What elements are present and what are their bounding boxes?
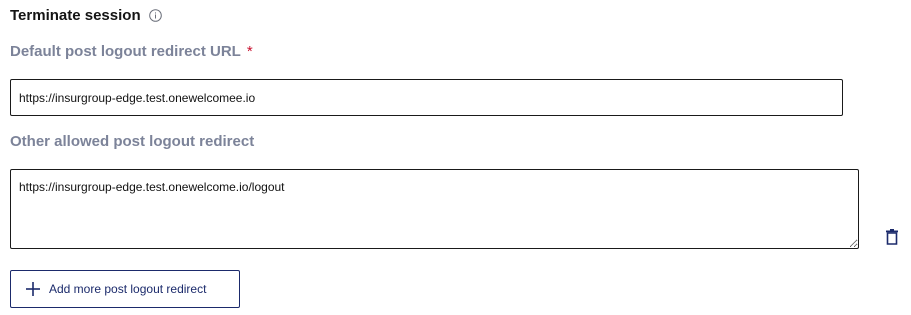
section-title: Terminate session	[10, 6, 141, 24]
required-marker: *	[246, 43, 253, 60]
trash-icon	[886, 229, 898, 245]
default-redirect-url-input[interactable]	[10, 79, 843, 116]
plus-icon	[25, 281, 41, 297]
section-header: Terminate session	[10, 5, 162, 25]
add-redirect-button-label: Add more post logout redirect	[49, 282, 207, 296]
default-redirect-label: Default post logout redirect URL *	[10, 43, 253, 60]
other-redirect-url-textarea[interactable]: https://insurgroup-edge.test.onewelcome.…	[10, 169, 859, 249]
other-redirects-label: Other allowed post logout redirect	[10, 133, 255, 150]
delete-redirect-button[interactable]	[882, 227, 902, 247]
add-redirect-button[interactable]: Add more post logout redirect	[10, 270, 240, 308]
info-circle-icon[interactable]	[148, 8, 162, 22]
default-redirect-label-text: Default post logout redirect URL	[10, 43, 241, 60]
